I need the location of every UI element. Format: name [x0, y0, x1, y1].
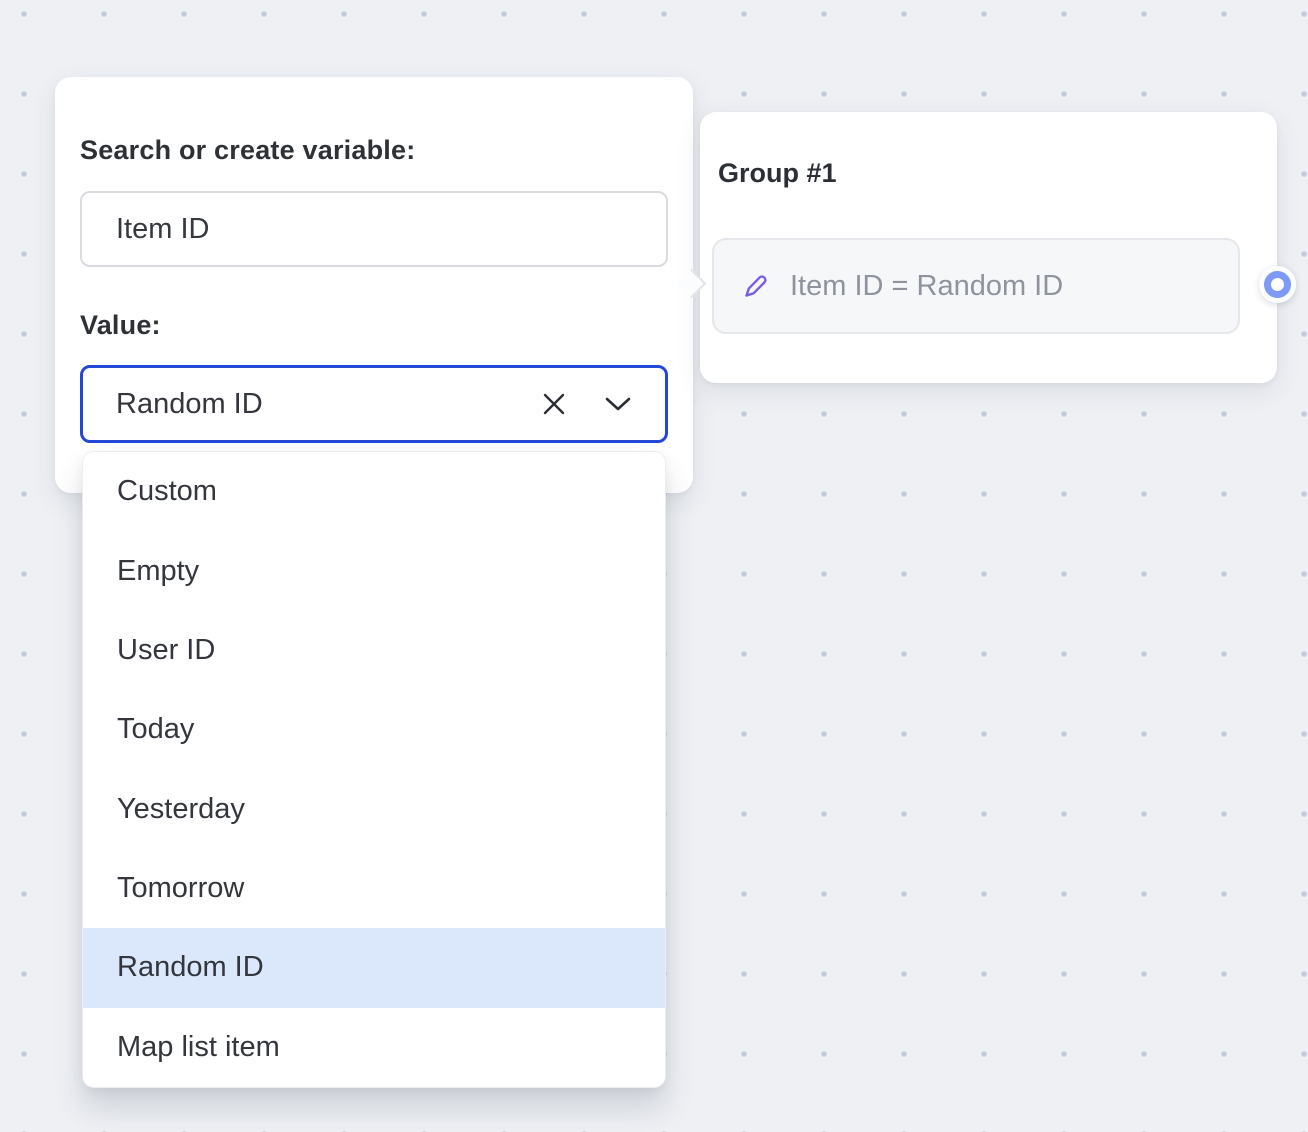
variable-search-input[interactable]: Item ID: [80, 191, 668, 267]
dropdown-option-tomorrow[interactable]: Tomorrow: [83, 849, 665, 928]
value-label: Value:: [80, 310, 161, 341]
dropdown-option-today[interactable]: Today: [83, 690, 665, 769]
flow-canvas[interactable]: { "canvas": { "background_color": "#eef0…: [0, 0, 1308, 1132]
output-port[interactable]: [1259, 266, 1296, 303]
value-select-value: Random ID: [116, 388, 263, 421]
output-port-ring: [1264, 271, 1291, 298]
group-card-item[interactable]: Item ID = Random ID: [712, 238, 1240, 334]
group-card[interactable]: Group #1 Item ID = Random ID: [700, 112, 1277, 383]
dropdown-option-empty[interactable]: Empty: [83, 531, 665, 610]
dropdown-option-custom[interactable]: Custom: [83, 452, 665, 531]
dropdown-option-user-id[interactable]: User ID: [83, 611, 665, 690]
dropdown-option-yesterday[interactable]: Yesterday: [83, 770, 665, 849]
value-select[interactable]: Random ID: [80, 365, 668, 443]
group-card-item-label: Item ID = Random ID: [790, 270, 1063, 303]
group-card-title: Group #1: [718, 158, 837, 189]
dropdown-option-map-list-item[interactable]: Map list item: [83, 1008, 665, 1087]
pencil-icon: [740, 270, 772, 302]
clear-value-icon[interactable]: [535, 385, 573, 423]
search-variable-label: Search or create variable:: [80, 135, 415, 166]
variable-popup: Search or create variable: Item ID Value…: [55, 77, 693, 493]
variable-search-input-value: Item ID: [116, 213, 209, 246]
value-select-controls: [535, 385, 665, 423]
chevron-down-icon[interactable]: [599, 385, 637, 423]
value-dropdown-list: Custom Empty User ID Today Yesterday Tom…: [82, 451, 666, 1088]
dropdown-option-random-id[interactable]: Random ID: [83, 928, 665, 1007]
